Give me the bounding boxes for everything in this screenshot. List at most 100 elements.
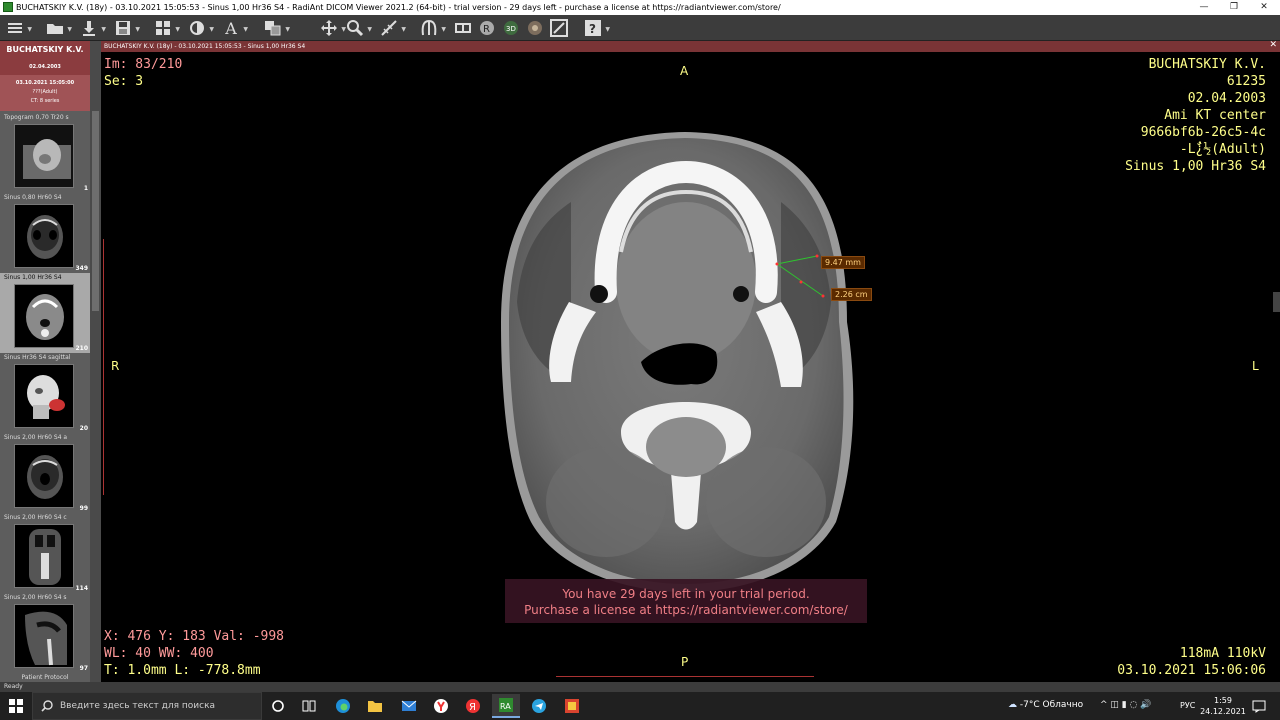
windows-logo-icon — [9, 699, 23, 713]
series-label: Sinus 0,80 Hr60 S4 — [4, 194, 62, 201]
series-preview-image — [14, 524, 74, 588]
notification-icon[interactable] — [1252, 698, 1266, 713]
svg-text:?: ? — [589, 22, 596, 36]
series-preview-image — [14, 284, 74, 348]
study-info[interactable]: 03.10.2021 15:05:00 ???(Adult) CT: 8 ser… — [0, 75, 90, 111]
viewport-close-button[interactable]: ✕ — [1269, 40, 1277, 50]
series-image-count: 210 — [75, 345, 88, 352]
series-preview-image — [14, 204, 74, 268]
system-tray-icons[interactable]: ^ ◫ ▮ ◌ 🔊 — [1100, 700, 1152, 710]
viewport-scroll-handle[interactable] — [1273, 292, 1280, 312]
close-window-button[interactable]: ✕ — [1250, 1, 1278, 13]
overlay-uid: 9666bf6b-26c5-4c — [1140, 125, 1266, 140]
orientation-left: R — [111, 359, 120, 373]
measure-icon[interactable]: ▼ — [378, 18, 406, 38]
window-level-icon[interactable]: ▼ — [186, 18, 214, 38]
series-label: Sinus 1,00 Hr36 S4 — [4, 274, 62, 281]
language-indicator[interactable]: РУС — [1180, 701, 1195, 710]
open-folder-icon[interactable]: ▼ — [44, 18, 72, 38]
study-age: ???(Adult) — [32, 89, 58, 95]
yandex-icon[interactable]: Я — [459, 694, 487, 718]
mpr-icon[interactable]: ▼ — [418, 18, 446, 38]
image-viewport[interactable]: Im: 83/210 Se: 3 BUCHATSKIY K.V. 61235 0… — [101, 52, 1280, 682]
patient-protocol-label[interactable]: Patient Protocol — [0, 674, 90, 682]
3d-icon[interactable]: 3D — [500, 18, 522, 38]
start-button[interactable] — [0, 692, 32, 720]
series-image-count: 1 — [83, 185, 88, 192]
series-preview-image — [14, 124, 74, 188]
series-thumbnail-sinus-200-c[interactable]: Sinus 2,00 Hr60 S4 c 114 — [0, 513, 90, 593]
fusion-icon[interactable] — [524, 18, 546, 38]
viewport-title: BUCHATSKIY K.V. (18y) - 03.10.2021 15:05… — [104, 43, 306, 50]
cursor-readout: X: 476 Y: 183 Val: -998 — [104, 629, 285, 644]
viewport-header: BUCHATSKIY K.V. (18y) - 03.10.2021 15:05… — [101, 40, 1280, 52]
weather-widget[interactable]: ☁ -7°C Облачно — [1008, 700, 1083, 710]
help-icon[interactable]: ? ▼ — [582, 18, 610, 38]
trial-message-line-2: Purchase a license at https://radiantvie… — [524, 603, 848, 617]
search-placeholder: Введите здесь текст для поиска — [60, 701, 216, 711]
status-text: Ready — [4, 683, 23, 690]
layout-icon[interactable]: ▼ — [152, 18, 180, 38]
series-thumbnail-3d[interactable]: Sinus Hr36 S4 sagittal 20 — [0, 353, 90, 433]
app-icon — [3, 2, 13, 12]
task-view-icon[interactable] — [295, 694, 323, 718]
scale-ruler-left — [103, 239, 105, 495]
series-image-count: 20 — [79, 425, 88, 432]
toolbar: ▼ ▼ ▼ ▼ ▼ ▼ A ▼ ▼ ▼ ▼ ▼ ▼ R 3D ? ▼ — [0, 15, 1280, 41]
slice-thickness-readout: T: 1.0mm L: -778.8mm — [104, 663, 261, 678]
minimize-button[interactable]: — — [1190, 1, 1218, 13]
text-annotation-icon[interactable]: A ▼ — [220, 18, 248, 38]
telegram-icon[interactable] — [525, 694, 553, 718]
series-image-count: 349 — [75, 265, 88, 272]
study-datetime: 03.10.2021 15:05:00 — [15, 80, 75, 86]
series-sync-icon[interactable]: ▼ — [262, 18, 290, 38]
measurement-label[interactable]: 2.26 cm — [831, 288, 872, 301]
cortana-icon[interactable] — [264, 694, 292, 718]
photo-icon[interactable] — [558, 694, 586, 718]
study-series-count: CT: 8 series — [30, 98, 60, 104]
taskbar-search[interactable]: Введите здесь текст для поиска — [32, 692, 262, 720]
menu-icon[interactable]: ▼ — [4, 18, 32, 38]
series-label: Sinus Hr36 S4 sagittal — [4, 354, 71, 361]
clock[interactable]: 1:59 24.12.2021 — [1198, 695, 1248, 717]
cine-icon[interactable] — [452, 18, 474, 38]
window-title: BUCHATSKIY K.V. (18y) - 03.10.2021 15:05… — [16, 3, 781, 12]
clock-time: 1:59 — [1214, 696, 1232, 705]
measurement-label[interactable]: 9.47 mm — [821, 256, 865, 269]
save-icon[interactable]: ▼ — [112, 18, 140, 38]
series-label: Sinus 2,00 Hr60 S4 c — [4, 514, 67, 521]
windows-taskbar: Введите здесь текст для поиска Я RA ☁ -7… — [0, 692, 1280, 720]
radiant-icon[interactable]: RA — [492, 694, 520, 718]
series-index: Se: 3 — [104, 74, 144, 89]
overlay-patient-id: 61235 — [1226, 74, 1266, 89]
yandex-browser-icon[interactable] — [427, 694, 455, 718]
series-thumbnail-sinus-200-a[interactable]: Sinus 2,00 Hr60 S4 a 99 — [0, 433, 90, 513]
svg-text:3D: 3D — [506, 25, 516, 33]
download-icon[interactable]: ▼ — [78, 18, 106, 38]
fullscreen-icon[interactable] — [548, 18, 570, 38]
sidebar-scrollbar[interactable] — [90, 41, 101, 682]
reference-icon[interactable]: R — [476, 18, 498, 38]
series-thumbnail-topogram[interactable]: Topogram 0,70 Tr20 s 1 — [0, 113, 90, 193]
patient-name: BUCHATSKIY K.V. — [6, 45, 84, 54]
series-thumbnail-sinus-100-selected[interactable]: Sinus 1,00 Hr36 S4 210 — [0, 273, 90, 353]
trial-banner[interactable]: You have 29 days left in your trial peri… — [505, 579, 867, 623]
patient-dob: 02.04.2003 — [29, 64, 61, 70]
sidebar-scroll-thumb[interactable] — [92, 111, 99, 311]
series-sidebar: BUCHATSKIY K.V. 02.04.2003 03.10.2021 15… — [0, 41, 101, 682]
cloud-icon: ☁ — [1008, 700, 1017, 710]
zoom-icon[interactable]: ▼ — [344, 18, 372, 38]
trial-message-line-1: You have 29 days left in your trial peri… — [562, 587, 810, 601]
scale-ruler-bottom — [556, 676, 814, 678]
series-thumbnail-sinus-200-s[interactable]: Sinus 2,00 Hr60 S4 s 97 — [0, 593, 90, 673]
mail-icon[interactable] — [395, 694, 423, 718]
file-explorer-icon[interactable] — [361, 694, 389, 718]
pan-icon[interactable]: ▼ — [318, 18, 346, 38]
orientation-right: L — [1252, 359, 1259, 373]
edge-icon[interactable] — [329, 694, 357, 718]
overlay-sex-age: -Lٌٌ¿½(Adult) — [1179, 142, 1266, 157]
overlay-institution: Ami KT center — [1164, 108, 1266, 123]
maximize-button[interactable]: ❐ — [1220, 1, 1248, 13]
svg-text:Я: Я — [469, 702, 476, 713]
series-thumbnail-sinus-080[interactable]: Sinus 0,80 Hr60 S4 349 — [0, 193, 90, 273]
